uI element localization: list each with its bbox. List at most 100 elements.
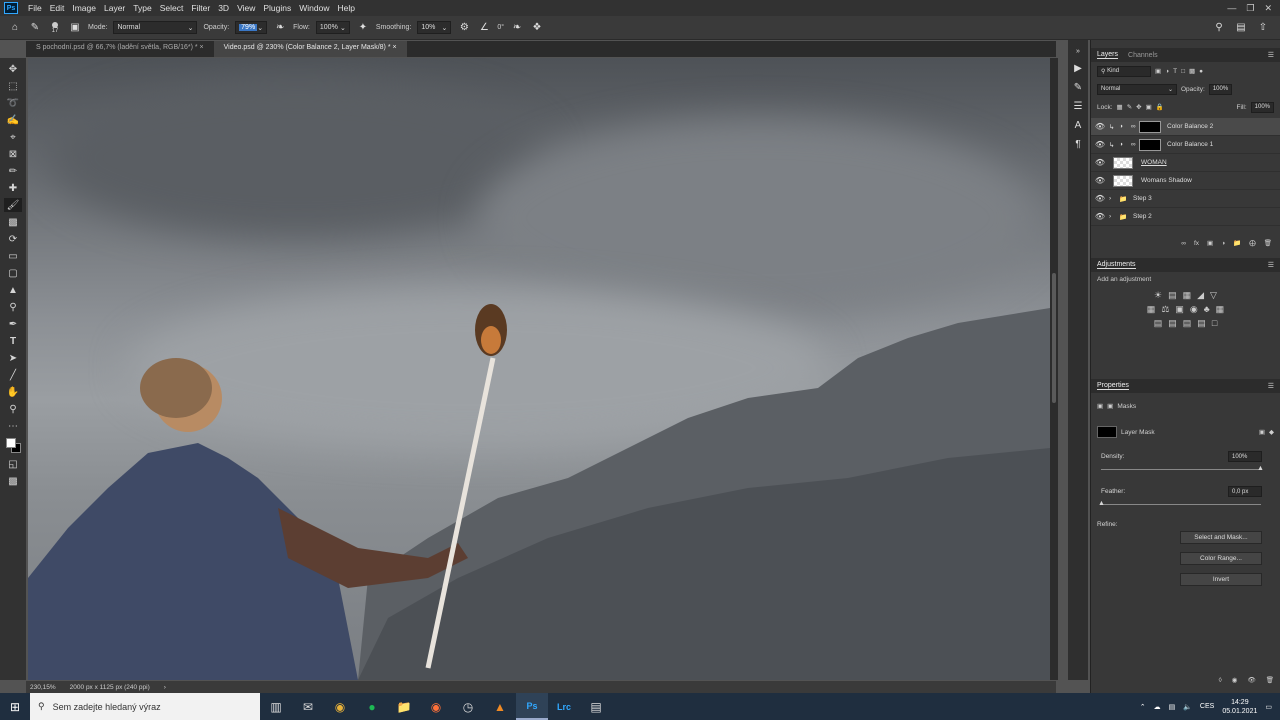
hue-saturation-icon[interactable]: ▦: [1147, 304, 1156, 315]
path-select-icon[interactable]: ➤: [4, 351, 22, 365]
input-language[interactable]: CES: [1200, 703, 1214, 710]
select-and-mask-button[interactable]: Select and Mask...: [1180, 531, 1262, 544]
restore-icon[interactable]: ❐: [1246, 3, 1254, 14]
chrome-icon[interactable]: ◉: [324, 693, 356, 720]
quick-mask-icon[interactable]: ◱: [4, 457, 22, 471]
filter-shape-icon[interactable]: □: [1181, 68, 1185, 75]
photo-filter-icon[interactable]: ◉: [1190, 304, 1198, 315]
panel-menu-icon[interactable]: ☰: [1268, 261, 1280, 269]
menu-select[interactable]: Select: [156, 3, 188, 13]
density-input[interactable]: 100%: [1228, 451, 1262, 462]
task-view-icon[interactable]: ▥: [260, 693, 292, 720]
new-layer-icon[interactable]: ⨁: [1249, 239, 1256, 247]
brightness-icon[interactable]: ☀: [1154, 290, 1162, 301]
layer-thumbnail[interactable]: [1113, 156, 1133, 169]
chevron-right-icon[interactable]: ›: [1109, 213, 1119, 220]
vlc-icon[interactable]: ▲: [484, 693, 516, 720]
quick-select-icon[interactable]: ✍: [4, 113, 22, 127]
invert-button[interactable]: Invert: [1180, 573, 1262, 586]
home-icon[interactable]: ⌂: [8, 21, 22, 35]
notifications-icon[interactable]: ▭: [1265, 703, 1272, 711]
vertical-scrollbar[interactable]: [1050, 58, 1058, 680]
menu-3d[interactable]: 3D: [214, 3, 233, 13]
posterize-icon[interactable]: ▤: [1168, 318, 1177, 329]
chevron-up-icon[interactable]: ⌃: [1140, 703, 1146, 711]
eyedropper-icon[interactable]: ✏: [4, 164, 22, 178]
eye-icon[interactable]: 👁: [1091, 122, 1109, 131]
blur-icon[interactable]: ▲: [4, 283, 22, 297]
apply-mask-icon[interactable]: ▣: [1259, 428, 1265, 436]
close-icon[interactable]: ×: [393, 44, 397, 51]
history-brush-icon[interactable]: ⟳: [4, 232, 22, 246]
flow-input[interactable]: 100% ⌄: [315, 21, 350, 34]
eye-icon[interactable]: 👁: [1091, 176, 1109, 185]
brush-settings-icon[interactable]: ▣: [68, 21, 82, 35]
menu-file[interactable]: File: [24, 3, 46, 13]
more-icon[interactable]: ⋯: [4, 419, 22, 433]
link-icon[interactable]: ∞: [1131, 123, 1139, 130]
menu-layer[interactable]: Layer: [100, 3, 129, 13]
collapse-icon[interactable]: »: [1076, 48, 1080, 55]
taskbar-search[interactable]: ⚲ Sem zadejte hledaný výraz: [30, 693, 260, 720]
load-selection-icon[interactable]: ◊: [1219, 677, 1222, 684]
menu-view[interactable]: View: [233, 3, 259, 13]
search-icon[interactable]: ⚲: [1212, 21, 1226, 35]
color-balance-icon[interactable]: ⚖: [1161, 304, 1169, 315]
mask-thumbnail[interactable]: [1139, 138, 1161, 151]
tab-channels[interactable]: Channels: [1128, 52, 1158, 59]
layer-row[interactable]: 👁 WOMAN: [1091, 154, 1280, 172]
paragraph-icon[interactable]: ¶: [1075, 139, 1080, 150]
zoom-level[interactable]: 230,15%: [30, 684, 56, 691]
color-swatches[interactable]: [4, 436, 22, 454]
marquee-icon[interactable]: ⬚: [4, 79, 22, 93]
foreground-color[interactable]: [6, 438, 16, 448]
blend-mode-select[interactable]: Normal ⌄: [1097, 83, 1177, 95]
filter-smart-icon[interactable]: ▩: [1189, 67, 1195, 75]
network-icon[interactable]: ▤: [1169, 703, 1176, 711]
screen-mode-icon[interactable]: ▩: [4, 474, 22, 488]
filter-adjustment-icon[interactable]: ◑: [1165, 68, 1169, 75]
file-explorer-icon[interactable]: 📁: [388, 693, 420, 720]
fx-icon[interactable]: fx: [1194, 240, 1199, 247]
crop-icon[interactable]: ⌖: [4, 130, 22, 144]
pressure-size-icon[interactable]: ❧: [510, 21, 524, 35]
tab-document-2[interactable]: Video.psd @ 230% (Color Balance 2, Layer…: [213, 41, 407, 57]
layer-opacity-input[interactable]: 100%: [1208, 83, 1233, 95]
tab-layers[interactable]: Layers: [1097, 51, 1119, 59]
vibrance-icon[interactable]: ▽: [1210, 290, 1217, 301]
selective-color-icon[interactable]: □: [1212, 318, 1217, 329]
threshold-icon[interactable]: ▤: [1183, 318, 1192, 329]
brush-preset-icon[interactable]: ✎: [28, 21, 42, 35]
zoom-icon[interactable]: ⚲: [4, 402, 22, 416]
windows-start-icon[interactable]: ⊞: [0, 693, 30, 720]
gradient-map-icon[interactable]: ▤: [1197, 318, 1206, 329]
minimize-icon[interactable]: —: [1227, 3, 1236, 14]
adjustments-title[interactable]: Adjustments: [1097, 261, 1136, 269]
disable-mask-icon[interactable]: ◆: [1269, 428, 1280, 436]
workspace-icon[interactable]: ▤: [1234, 21, 1248, 35]
slider-handle-icon[interactable]: ▲: [1098, 500, 1105, 507]
layer-row[interactable]: 👁 › 📁 Step 2: [1091, 208, 1280, 226]
trash-icon[interactable]: 🗑: [1264, 239, 1272, 247]
eye-icon[interactable]: 👁: [1091, 158, 1109, 167]
pen-icon[interactable]: ✒: [4, 317, 22, 331]
airbrush-icon[interactable]: ✦: [356, 21, 370, 35]
chevron-right-icon[interactable]: ›: [164, 684, 166, 691]
gradient-icon[interactable]: ▢: [4, 266, 22, 280]
cloud-icon[interactable]: ☁: [1154, 703, 1161, 711]
close-icon[interactable]: ✕: [1264, 3, 1272, 14]
firefox-icon[interactable]: ◉: [420, 693, 452, 720]
dodge-icon[interactable]: ⚲: [4, 300, 22, 314]
move-icon[interactable]: ✥: [4, 62, 22, 76]
layer-row[interactable]: 👁 › 📁 Step 3: [1091, 190, 1280, 208]
stamp-icon[interactable]: ▩: [4, 215, 22, 229]
new-adjustment-icon[interactable]: ◑: [1221, 240, 1225, 247]
eye-icon[interactable]: 👁: [1091, 212, 1109, 221]
invert-icon[interactable]: ▤: [1154, 318, 1163, 329]
lock-move-icon[interactable]: ✥: [1136, 103, 1141, 111]
lock-paint-icon[interactable]: ✎: [1127, 103, 1132, 111]
character-icon[interactable]: A: [1075, 120, 1082, 131]
menu-filter[interactable]: Filter: [187, 3, 214, 13]
eraser-icon[interactable]: ▭: [4, 249, 22, 263]
lightroom-taskbar-icon[interactable]: Lrc: [548, 693, 580, 720]
